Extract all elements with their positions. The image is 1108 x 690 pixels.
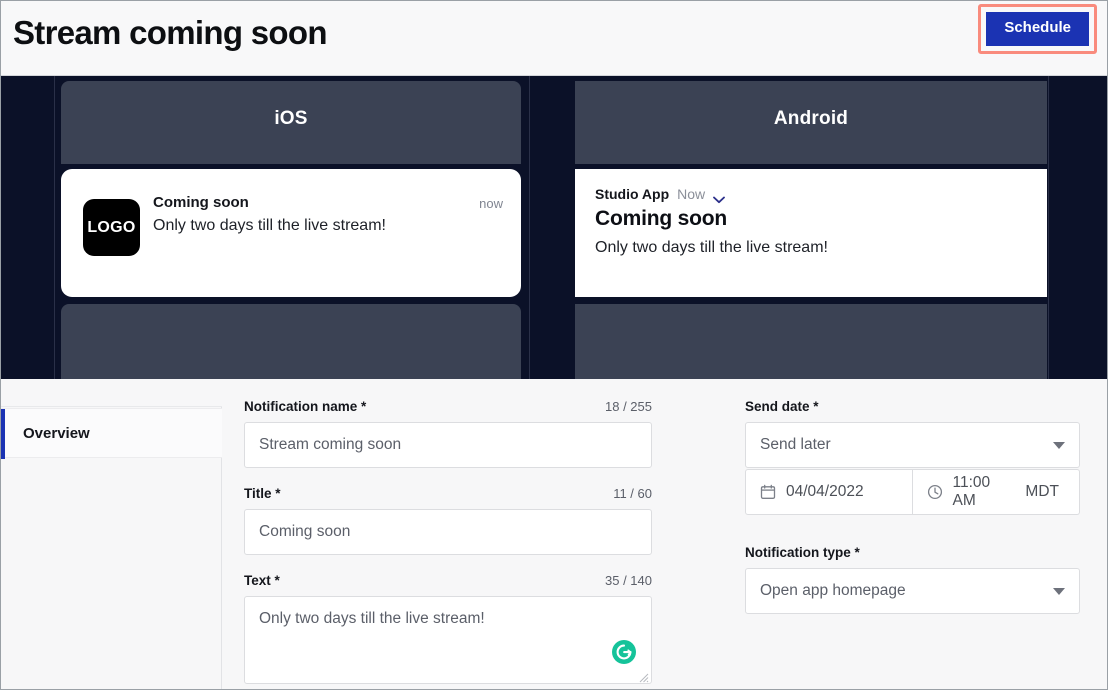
sidebar-top-strip — [1, 379, 222, 407]
notification-name-counter: 18 / 255 — [605, 399, 652, 414]
field-text: Text * 35 / 140 Only two days till the l… — [244, 573, 652, 684]
text-counter: 35 / 140 — [605, 573, 652, 588]
top-bar: Stream coming soon Schedule — [1, 1, 1107, 76]
ios-header-panel: iOS — [61, 81, 521, 164]
field-notification-name-header: Notification name * 18 / 255 — [244, 399, 652, 414]
ios-notification-title: Coming soon — [153, 194, 249, 211]
send-date-time-input[interactable]: 11:00 AM MDT — [912, 469, 1080, 515]
schedule-button[interactable]: Schedule — [986, 12, 1089, 46]
calendar-icon — [760, 484, 776, 500]
android-header-panel: Android — [575, 81, 1047, 164]
send-date-date-input[interactable]: 04/04/2022 — [745, 469, 913, 515]
android-notification-timestamp: Now — [677, 186, 706, 202]
form-right-column: Send date * Send later 04/04/2022 11:00 … — [745, 399, 1080, 632]
field-send-date: Send date * Send later 04/04/2022 11:00 … — [745, 399, 1080, 515]
sidebar-selected-accent — [1, 409, 5, 459]
send-date-date-value: 04/04/2022 — [786, 483, 864, 500]
textarea-resize-handle[interactable] — [638, 670, 649, 683]
android-notification-body: Only two days till the live stream! — [595, 239, 828, 256]
android-notification-title: Coming soon — [595, 207, 727, 230]
ios-footer-panel — [61, 304, 521, 379]
send-date-time-value: 11:00 AM — [952, 474, 991, 509]
text-textarea-value: Only two days till the live stream! — [259, 610, 485, 627]
android-footer-panel — [575, 304, 1047, 379]
sidebar-item-label: Overview — [23, 424, 90, 442]
android-os-label: Android — [773, 108, 849, 129]
field-text-header: Text * 35 / 140 — [244, 573, 652, 588]
send-date-label: Send date * — [745, 399, 819, 414]
send-date-mode-select[interactable]: Send later — [745, 422, 1080, 468]
chevron-down-icon — [1053, 441, 1065, 449]
ios-notification-timestamp: now — [479, 196, 503, 211]
app-window: Stream coming soon Schedule iOS LOGO Com… — [0, 0, 1108, 690]
android-notification-header: Studio App Now — [595, 186, 726, 204]
field-notification-type: Notification type * Open app homepage — [745, 545, 1080, 614]
android-preview-column: Android Studio App Now Coming soon Only … — [575, 76, 1047, 379]
ios-notification-body: Only two days till the live stream! — [153, 217, 386, 234]
notification-type-value: Open app homepage — [760, 582, 906, 599]
preview-divider-right — [1048, 76, 1049, 379]
field-title: Title * 11 / 60 Coming soon — [244, 486, 652, 555]
send-date-timezone: MDT — [1025, 483, 1059, 500]
title-input[interactable]: Coming soon — [244, 509, 652, 555]
chevron-down-icon[interactable] — [713, 191, 726, 204]
title-label: Title * — [244, 486, 281, 501]
ios-notification-card: LOGO Coming soon now Only two days till … — [61, 169, 521, 297]
schedule-button-highlight: Schedule — [978, 4, 1097, 54]
text-textarea[interactable]: Only two days till the live stream! — [244, 596, 652, 684]
field-send-date-header: Send date * — [745, 399, 1080, 414]
ios-app-logo: LOGO — [83, 199, 140, 256]
preview-divider-left — [54, 76, 55, 379]
sidebar-item-overview[interactable]: Overview — [1, 408, 222, 459]
field-notification-type-header: Notification type * — [745, 545, 1080, 560]
preview-divider-middle — [529, 76, 530, 379]
ios-preview-column: iOS LOGO Coming soon now Only two days t… — [61, 76, 521, 379]
notification-type-select[interactable]: Open app homepage — [745, 568, 1080, 614]
android-app-name: Studio App — [595, 186, 670, 202]
chevron-down-icon — [1053, 587, 1065, 595]
send-date-datetime-row: 04/04/2022 11:00 AM MDT — [745, 469, 1080, 515]
form-pane: Overview Notification name * 18 / 255 St… — [1, 379, 1107, 689]
grammarly-icon[interactable] — [611, 639, 637, 665]
notification-name-input[interactable]: Stream coming soon — [244, 422, 652, 468]
android-notification-card: Studio App Now Coming soon Only two days… — [575, 169, 1047, 297]
text-label: Text * — [244, 573, 280, 588]
notification-type-label: Notification type * — [745, 545, 860, 560]
notification-preview-area: iOS LOGO Coming soon now Only two days t… — [1, 76, 1107, 379]
send-date-mode-value: Send later — [760, 436, 831, 453]
field-title-header: Title * 11 / 60 — [244, 486, 652, 501]
title-counter: 11 / 60 — [613, 486, 652, 501]
form-sidebar: Overview — [1, 379, 222, 689]
clock-icon — [927, 484, 943, 500]
notification-name-label: Notification name * — [244, 399, 367, 414]
field-notification-name: Notification name * 18 / 255 Stream comi… — [244, 399, 652, 468]
ios-os-label: iOS — [274, 108, 308, 129]
form-left-column: Notification name * 18 / 255 Stream comi… — [244, 399, 652, 689]
page-title: Stream coming soon — [13, 14, 327, 51]
